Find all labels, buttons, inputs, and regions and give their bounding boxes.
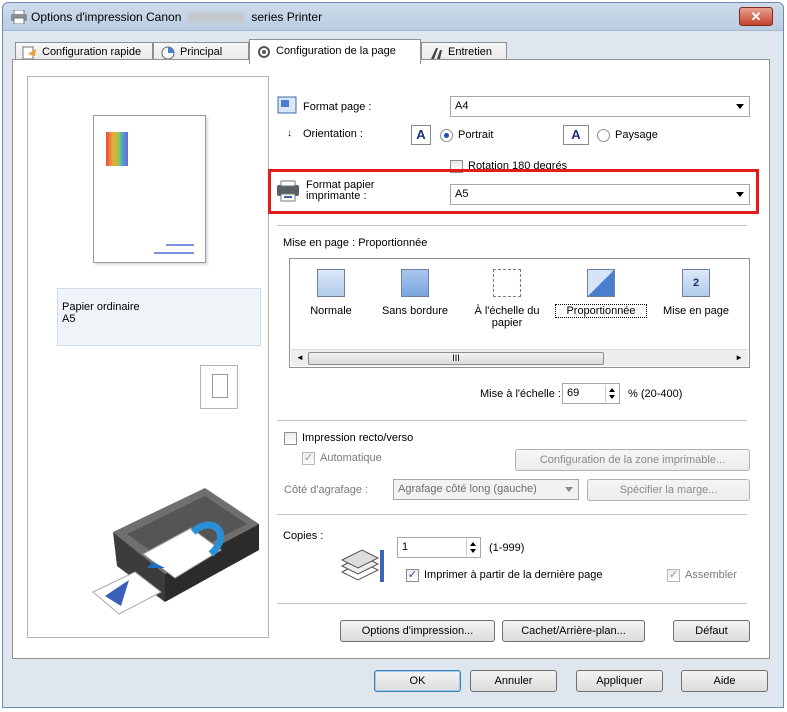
copies-label: Copies : bbox=[283, 530, 324, 542]
last-page-checkbox[interactable]: ✓ bbox=[406, 569, 419, 582]
scaled-icon bbox=[587, 269, 615, 297]
borderless-icon bbox=[401, 269, 429, 297]
paper-size-text: A5 bbox=[62, 313, 76, 325]
red-highlight-box bbox=[268, 169, 759, 214]
duplex-label: Impression recto/verso bbox=[302, 432, 414, 444]
copies-stack-icon bbox=[340, 549, 384, 582]
preview-page bbox=[93, 115, 206, 263]
tab-configuration-page[interactable]: Configuration de la page bbox=[249, 39, 421, 64]
layout-echelle-papier[interactable]: À l'échelle du papier bbox=[458, 269, 556, 329]
orientation-label: Orientation : bbox=[303, 128, 363, 140]
paysage-radio[interactable] bbox=[597, 129, 610, 142]
collate-label: Assembler bbox=[685, 569, 737, 581]
chevron-down-icon bbox=[736, 104, 744, 109]
format-page-label: Format page : bbox=[303, 101, 372, 113]
scroll-right-icon[interactable]: ► bbox=[735, 353, 743, 362]
portrait-label: Portrait bbox=[458, 129, 494, 141]
scale-range: % (20-400) bbox=[628, 388, 683, 400]
apply-button[interactable]: Appliquer bbox=[576, 670, 663, 692]
last-page-label: Imprimer à partir de la dernière page bbox=[424, 569, 603, 581]
collate-checkbox[interactable]: ✓ bbox=[667, 569, 680, 582]
page-size-icon bbox=[277, 96, 297, 114]
scroll-left-icon[interactable]: ◄ bbox=[296, 353, 304, 362]
portrait-icon: A bbox=[411, 125, 431, 145]
layout-selector[interactable]: Normale Sans bordure À l'échelle du papie… bbox=[289, 258, 750, 368]
cancel-button[interactable]: Annuler bbox=[470, 670, 557, 692]
staple-combo[interactable]: Agrafage côté long (gauche) bbox=[393, 479, 579, 500]
printer-illustration bbox=[92, 488, 259, 615]
printer-icon bbox=[11, 10, 27, 24]
layout-normal-icon bbox=[317, 269, 345, 297]
maintenance-icon bbox=[431, 48, 442, 59]
landscape-icon: A bbox=[563, 125, 589, 145]
copies-input[interactable]: 1 bbox=[397, 537, 481, 558]
ok-button[interactable]: OK bbox=[374, 670, 461, 692]
spin-arrows-icon[interactable] bbox=[466, 539, 479, 556]
margin-button[interactable]: Spécifier la marge... bbox=[587, 479, 750, 501]
window-title: Options d'impression Canon series Printer bbox=[31, 10, 323, 24]
chevron-down-icon bbox=[565, 487, 573, 492]
staple-label: Côté d'agrafage : bbox=[284, 484, 369, 496]
preview-image bbox=[106, 132, 128, 166]
main-tab-icon bbox=[161, 46, 175, 60]
config-zone-button[interactable]: Configuration de la zone imprimable... bbox=[515, 449, 750, 471]
duplex-checkbox[interactable] bbox=[284, 432, 297, 445]
scale-input[interactable]: 69 bbox=[562, 383, 620, 404]
help-button[interactable]: Aide bbox=[681, 670, 768, 692]
media-type-text: Papier ordinaire bbox=[62, 301, 140, 313]
close-button[interactable]: ✕ bbox=[739, 7, 773, 26]
copies-range: (1-999) bbox=[489, 542, 525, 554]
title-bar[interactable]: Options d'impression Canon series Printer… bbox=[3, 3, 783, 31]
arrow-down-icon: ↓ bbox=[287, 128, 292, 139]
print-options-button[interactable]: Options d'impression... bbox=[340, 620, 495, 642]
scale-label: Mise à l'échelle : bbox=[480, 388, 561, 400]
default-button[interactable]: Défaut bbox=[673, 620, 750, 642]
paysage-label: Paysage bbox=[615, 129, 658, 141]
page-setup-icon bbox=[258, 46, 270, 58]
scroll-thumb[interactable]: III bbox=[308, 352, 604, 365]
format-page-combo[interactable]: A4 bbox=[450, 96, 750, 117]
small-paper-preview bbox=[200, 365, 238, 409]
quick-setup-icon bbox=[22, 46, 36, 60]
auto-duplex-label: Automatique bbox=[320, 452, 382, 464]
layout-label: Mise en page : Proportionnée bbox=[283, 237, 428, 249]
paper-info: Papier ordinaire A5 bbox=[57, 288, 261, 346]
portrait-radio[interactable] bbox=[440, 129, 453, 142]
stamp-background-button[interactable]: Cachet/Arrière-plan... bbox=[502, 620, 645, 642]
layout-normale[interactable]: Normale bbox=[290, 269, 372, 317]
layout-sans-bordure[interactable]: Sans bordure bbox=[372, 269, 458, 317]
fit-to-paper-icon bbox=[493, 269, 521, 297]
spin-arrows-icon[interactable] bbox=[605, 385, 618, 402]
layout-scrollbar[interactable]: ◄ III ► bbox=[291, 349, 748, 366]
layout-proportionnee[interactable]: Proportionnée bbox=[555, 269, 647, 318]
auto-duplex-checkbox[interactable]: ✓ bbox=[302, 452, 315, 465]
page-layout-icon: 2 bbox=[682, 269, 710, 297]
layout-mise-en-page[interactable]: 2 Mise en page bbox=[646, 269, 746, 317]
